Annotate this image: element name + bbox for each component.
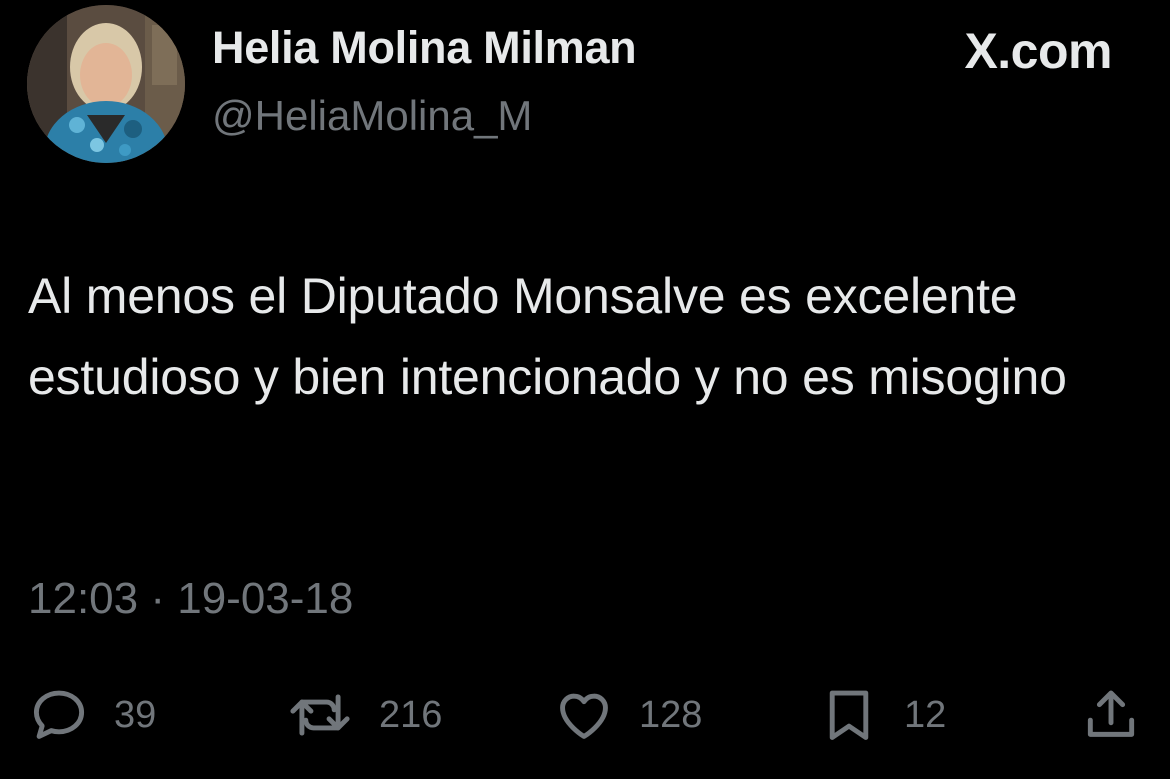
tweet-time: 12:03 — [28, 574, 139, 623]
repost-count: 216 — [379, 693, 443, 736]
author-handle[interactable]: @HeliaMolina_M — [212, 92, 532, 140]
avatar[interactable] — [27, 5, 185, 163]
repost-button[interactable]: 216 — [285, 680, 442, 750]
avatar-photo — [27, 5, 185, 163]
share-button[interactable] — [1080, 680, 1142, 750]
bookmark-count: 12 — [904, 693, 947, 736]
heart-icon — [560, 693, 608, 739]
tweet-text: Al menos el Diputado Monsalve es excelen… — [28, 268, 1067, 405]
reply-button[interactable]: 39 — [28, 680, 156, 750]
like-button[interactable]: 128 — [553, 680, 702, 750]
tweet-timestamp[interactable]: 12:03 · 19-03-18 — [28, 574, 353, 624]
reply-icon — [33, 690, 85, 739]
bookmark-icon — [829, 690, 869, 740]
repost-icon — [290, 694, 350, 736]
tweet-date: 19-03-18 — [177, 574, 354, 623]
author-display-name[interactable]: Helia Molina Milman — [212, 22, 637, 74]
brand-watermark: X.com — [964, 23, 1112, 79]
timestamp-separator: · — [150, 574, 165, 623]
reply-count: 39 — [114, 693, 157, 736]
bookmark-button[interactable]: 12 — [818, 680, 946, 750]
share-icon — [1087, 690, 1135, 737]
like-count: 128 — [639, 693, 703, 736]
